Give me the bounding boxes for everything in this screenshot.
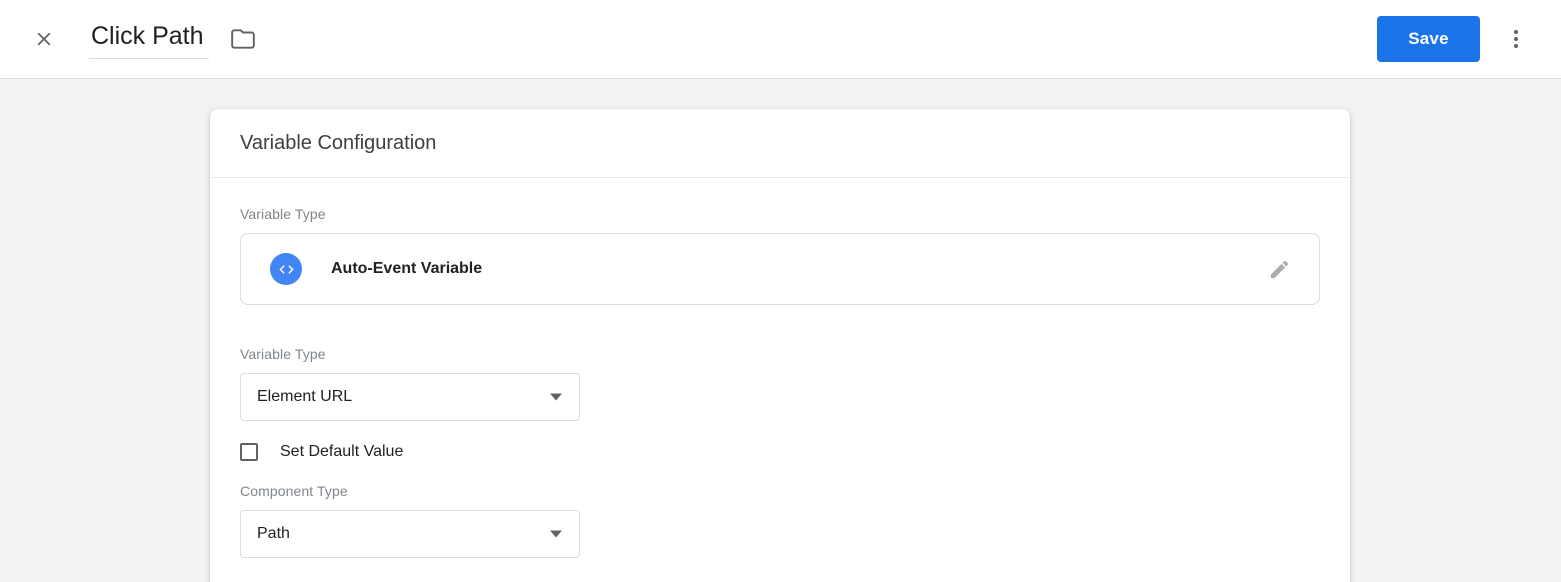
variable-type-name: Auto-Event Variable — [331, 260, 483, 277]
pencil-icon — [1270, 260, 1288, 278]
more-vert-icon-dot — [1514, 44, 1518, 48]
code-brackets-icon — [270, 253, 302, 285]
set-default-value-row[interactable]: Set Default Value — [240, 443, 403, 461]
edit-variable-type-button[interactable] — [1259, 249, 1299, 289]
save-button[interactable]: Save — [1377, 16, 1480, 62]
variable-type-select[interactable]: Element URL — [240, 373, 580, 421]
set-default-value-checkbox[interactable] — [240, 443, 258, 461]
component-type-label: Component Type — [240, 483, 348, 499]
document-title-wrapper: Click Path — [89, 19, 263, 59]
more-vert-icon-dot — [1514, 30, 1518, 34]
chevron-down-icon — [550, 530, 562, 538]
code-brackets-icon-glyph — [278, 264, 294, 274]
more-options-button[interactable] — [1494, 17, 1538, 61]
close-button[interactable] — [22, 17, 66, 61]
variable-type-selector[interactable]: Auto-Event Variable — [240, 233, 1320, 305]
card-title: Variable Configuration — [240, 131, 437, 154]
variable-configuration-card: Variable Configuration Variable Type Aut… — [210, 109, 1350, 582]
set-default-value-label: Set Default Value — [280, 443, 404, 460]
variable-type-select-value: Element URL — [257, 388, 353, 405]
component-type-select[interactable]: Path — [240, 510, 580, 558]
card-header: Variable Configuration — [210, 109, 1350, 178]
folder-icon — [231, 29, 255, 49]
folder-button[interactable] — [223, 19, 263, 59]
variable-type-field-label: Variable Type — [240, 346, 326, 362]
document-title-input[interactable]: Click Path — [89, 21, 209, 59]
app-header: Click Path Save — [0, 0, 1561, 79]
variable-type-label: Variable Type — [240, 206, 326, 222]
more-vert-icon-dot — [1514, 37, 1518, 41]
card-body: Variable Type Auto-Event Variable Variab… — [210, 178, 1350, 558]
content-area: Variable Configuration Variable Type Aut… — [0, 79, 1561, 582]
close-icon — [37, 32, 51, 46]
chevron-down-icon — [550, 393, 562, 401]
component-type-select-value: Path — [257, 525, 290, 542]
